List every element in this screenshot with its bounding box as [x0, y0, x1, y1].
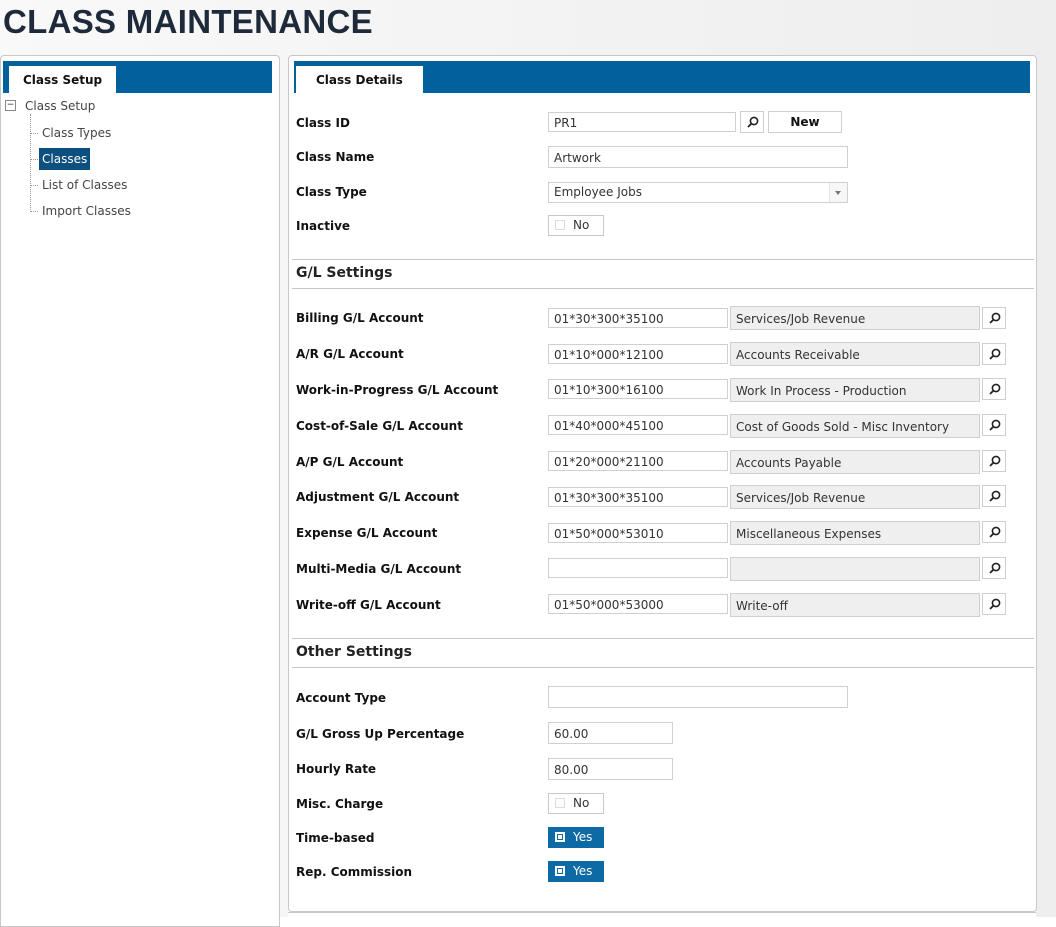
- checkbox-icon: [555, 798, 565, 808]
- class-type-value: Employee Jobs: [554, 185, 642, 199]
- magnifier-icon: [989, 455, 1001, 467]
- class-type-label: Class Type: [296, 185, 367, 199]
- page-title: CLASS MAINTENANCE: [3, 3, 373, 40]
- rep-commission-value: Yes: [573, 864, 593, 878]
- ap-gl-lookup-button[interactable]: [982, 450, 1006, 472]
- class-name-input[interactable]: Artwork: [548, 146, 848, 168]
- magnifier-icon: [989, 490, 1001, 502]
- tab-class-setup[interactable]: Class Setup: [9, 66, 117, 94]
- ar-gl-label: A/R G/L Account: [296, 347, 404, 361]
- magnifier-icon: [989, 383, 1001, 395]
- new-button[interactable]: New: [768, 111, 842, 133]
- time-based-label: Time-based: [296, 831, 375, 845]
- misc-charge-toggle[interactable]: No: [548, 793, 604, 814]
- wip-gl-account-input[interactable]: 01*10*300*16100: [548, 379, 728, 399]
- billing-gl-description: Services/Job Revenue: [730, 306, 980, 330]
- magnifier-icon: [747, 116, 759, 128]
- cost-of-sale-gl-label: Cost-of-Sale G/L Account: [296, 419, 463, 433]
- magnifier-icon: [989, 348, 1001, 360]
- expense-gl-label: Expense G/L Account: [296, 526, 438, 540]
- expense-gl-lookup-button[interactable]: [982, 521, 1006, 543]
- expense-gl-account-input[interactable]: 01*50*000*53010: [548, 523, 728, 543]
- class-type-select[interactable]: Employee Jobs: [548, 182, 848, 203]
- gl-settings-title: G/L Settings: [296, 265, 393, 281]
- wip-gl-label: Work-in-Progress G/L Account: [296, 383, 499, 397]
- tree-connector: [30, 185, 38, 186]
- checkbox-icon: [555, 220, 565, 230]
- magnifier-icon: [989, 312, 1001, 324]
- inactive-toggle[interactable]: No: [548, 215, 604, 236]
- right-tab-bar: Class Details: [294, 61, 1030, 94]
- magnifier-icon: [989, 419, 1001, 431]
- magnifier-icon: [989, 562, 1001, 574]
- other-settings-title: Other Settings: [296, 644, 412, 660]
- tree-item-label: List of Classes: [42, 178, 128, 192]
- account-type-label: Account Type: [296, 691, 387, 705]
- inactive-value: No: [573, 218, 590, 232]
- tab-class-details[interactable]: Class Details: [296, 66, 423, 94]
- wip-gl-lookup-button[interactable]: [982, 378, 1006, 400]
- left-tab-bar: Class Setup: [3, 61, 272, 94]
- tree-item-label: Class Types: [42, 126, 112, 140]
- other-settings-header: Other Settings: [292, 638, 1034, 668]
- misc-charge-value: No: [573, 796, 590, 810]
- adjustment-gl-account-input[interactable]: 01*30*300*35100: [548, 487, 728, 507]
- gross-up-input[interactable]: 60.00: [548, 722, 673, 744]
- account-type-input[interactable]: [548, 686, 848, 708]
- ar-gl-description: Accounts Receivable: [730, 342, 980, 366]
- rep-commission-toggle[interactable]: Yes: [548, 861, 604, 882]
- ar-gl-account-input[interactable]: 01*10*000*12100: [548, 344, 728, 364]
- write-off-gl-label: Write-off G/L Account: [296, 598, 441, 612]
- gross-up-label: G/L Gross Up Percentage: [296, 727, 465, 741]
- expense-gl-description: Miscellaneous Expenses: [730, 521, 980, 545]
- magnifier-icon: [989, 598, 1001, 610]
- hourly-rate-input[interactable]: 80.00: [548, 758, 673, 780]
- tree-connector: [30, 133, 38, 134]
- minus-box-icon[interactable]: −: [5, 100, 16, 111]
- checkbox-checked-icon: [555, 832, 565, 842]
- misc-charge-label: Misc. Charge: [296, 797, 384, 811]
- multi-media-gl-account-input[interactable]: [548, 558, 728, 578]
- class-id-lookup-button[interactable]: [740, 111, 764, 133]
- multi-media-gl-description: [730, 557, 980, 581]
- tree-item-label: Import Classes: [42, 204, 131, 218]
- inactive-label: Inactive: [296, 219, 351, 233]
- chevron-down-icon[interactable]: [829, 183, 847, 202]
- multi-media-gl-label: Multi-Media G/L Account: [296, 562, 462, 576]
- hourly-rate-label: Hourly Rate: [296, 762, 377, 776]
- tree-connector: [30, 114, 31, 212]
- ar-gl-lookup-button[interactable]: [982, 343, 1006, 365]
- tree-connector: [30, 211, 38, 212]
- adjustment-gl-description: Services/Job Revenue: [730, 485, 980, 509]
- gl-settings-header: G/L Settings: [292, 259, 1034, 289]
- cost-of-sale-gl-account-input[interactable]: 01*40*000*45100: [548, 415, 728, 435]
- rep-commission-label: Rep. Commission: [296, 865, 413, 879]
- tree-item-label: Classes: [39, 148, 91, 170]
- write-off-gl-description: Write-off: [730, 593, 980, 617]
- cost-of-sale-gl-description: Cost of Goods Sold - Misc Inventory: [730, 414, 980, 438]
- class-id-input[interactable]: PR1: [548, 112, 736, 132]
- tree-root-label: Class Setup: [25, 99, 96, 113]
- class-id-label: Class ID: [296, 116, 350, 130]
- time-based-value: Yes: [573, 830, 593, 844]
- multi-media-gl-lookup-button[interactable]: [982, 557, 1006, 579]
- ap-gl-account-input[interactable]: 01*20*000*21100: [548, 451, 728, 471]
- write-off-gl-account-input[interactable]: 01*50*000*53000: [548, 594, 728, 614]
- write-off-gl-lookup-button[interactable]: [982, 593, 1006, 615]
- billing-gl-label: Billing G/L Account: [296, 311, 424, 325]
- adjustment-gl-label: Adjustment G/L Account: [296, 490, 460, 504]
- billing-gl-lookup-button[interactable]: [982, 307, 1006, 329]
- time-based-toggle[interactable]: Yes: [548, 827, 604, 848]
- magnifier-icon: [989, 526, 1001, 538]
- tree-connector: [30, 159, 38, 160]
- panel-bottom-edge: [288, 912, 1036, 918]
- ap-gl-description: Accounts Payable: [730, 450, 980, 474]
- ap-gl-label: A/P G/L Account: [296, 455, 404, 469]
- adjustment-gl-lookup-button[interactable]: [982, 485, 1006, 507]
- wip-gl-description: Work In Process - Production: [730, 378, 980, 402]
- class-name-label: Class Name: [296, 150, 375, 164]
- checkbox-checked-icon: [555, 866, 565, 876]
- cost-of-sale-gl-lookup-button[interactable]: [982, 414, 1006, 436]
- billing-gl-account-input[interactable]: 01*30*300*35100: [548, 308, 728, 328]
